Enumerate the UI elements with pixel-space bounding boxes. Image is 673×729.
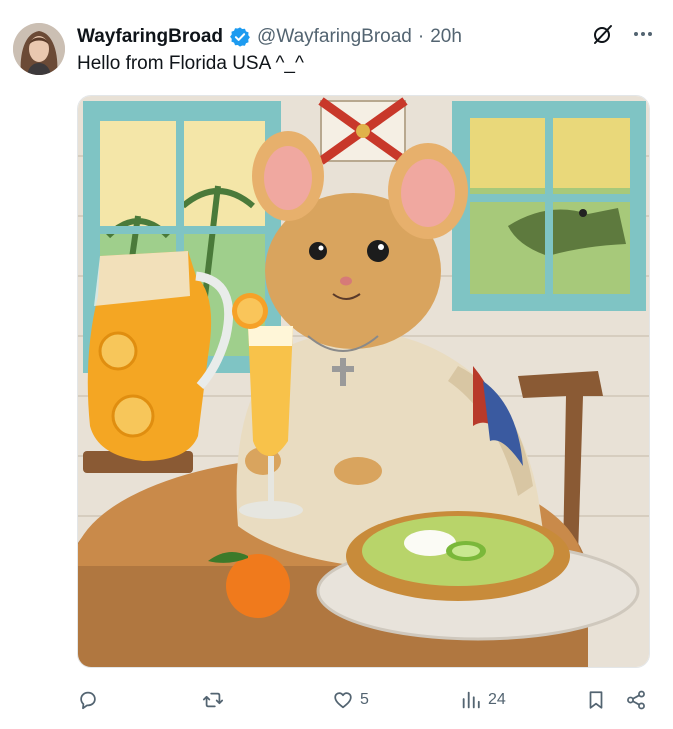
bookmark-button[interactable] (585, 682, 607, 718)
grok-icon[interactable] (591, 22, 615, 46)
tweet-header: WayfaringBroad @WayfaringBroad · 20h (77, 22, 462, 52)
header-actions (591, 22, 655, 46)
reply-icon (80, 691, 96, 710)
verified-badge-icon (230, 27, 250, 47)
separator-dot: · (417, 26, 425, 47)
repost-icon (202, 692, 224, 708)
views-button[interactable]: 24 (460, 682, 506, 718)
timestamp[interactable]: 20h (430, 26, 462, 48)
like-count: 5 (360, 691, 369, 708)
reply-button[interactable] (77, 682, 105, 718)
display-name[interactable]: WayfaringBroad (77, 26, 223, 48)
repost-button[interactable] (202, 682, 230, 718)
like-button[interactable]: 5 (332, 682, 369, 718)
share-button[interactable] (625, 682, 647, 718)
tweet-text: Hello from Florida USA ^_^ (77, 53, 304, 74)
tweet-card[interactable]: WayfaringBroad @WayfaringBroad · 20h Hel… (0, 0, 673, 729)
tweet-image[interactable] (77, 95, 650, 668)
avatar[interactable] (13, 23, 65, 75)
more-icon[interactable] (631, 22, 655, 46)
user-handle[interactable]: @WayfaringBroad (257, 26, 412, 48)
share-icon (627, 690, 645, 710)
like-icon (334, 692, 352, 709)
florida-kitchen-mouse-illustration (78, 96, 649, 667)
bookmark-icon (589, 691, 603, 709)
tweet-actions: 5 24 (77, 682, 657, 718)
views-icon (462, 691, 480, 709)
avatar-image (13, 23, 65, 75)
views-count: 24 (488, 691, 506, 708)
